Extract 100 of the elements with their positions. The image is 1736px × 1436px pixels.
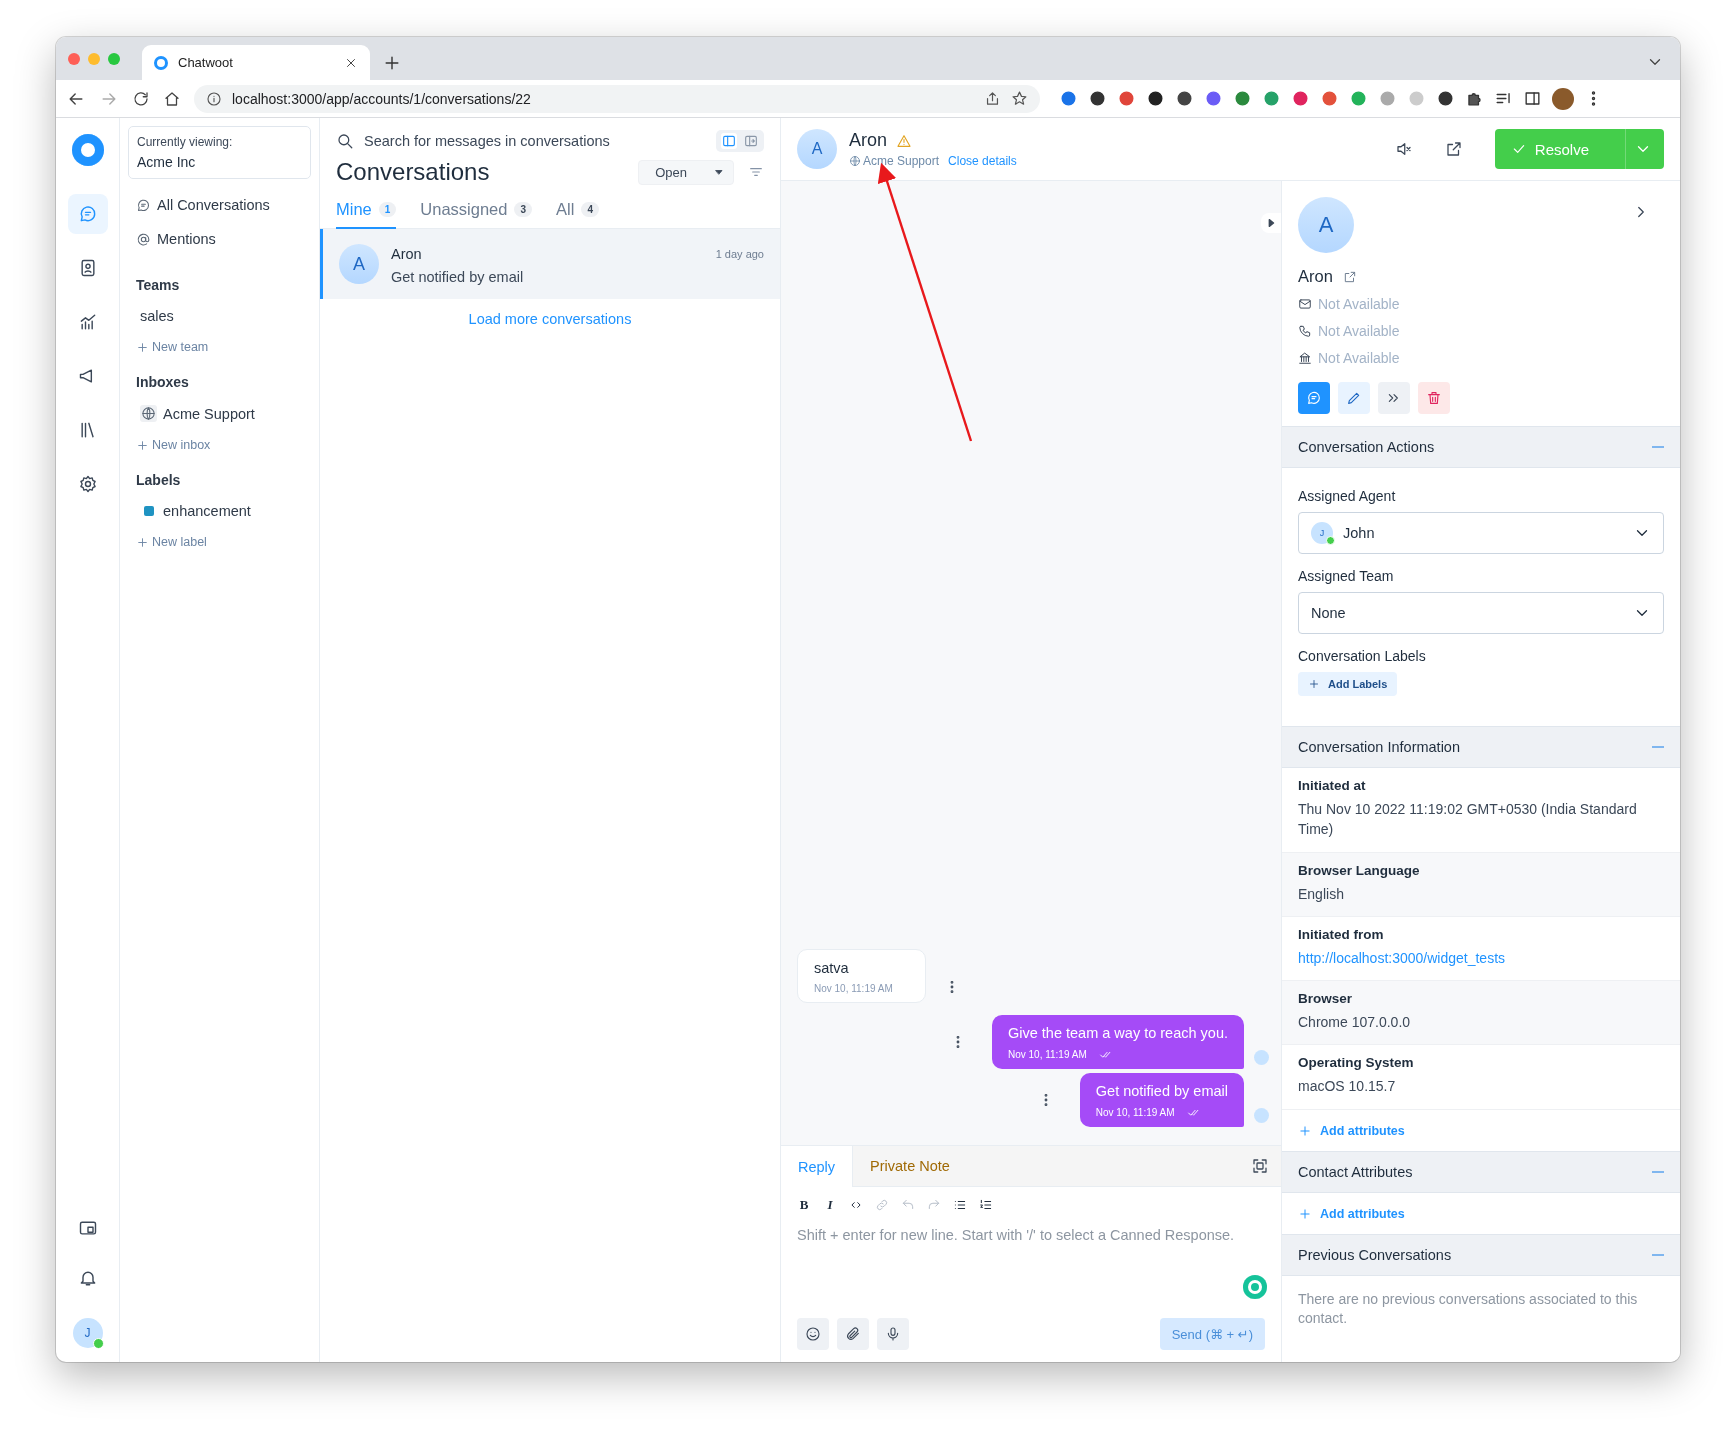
team-dropdown[interactable]: None: [1298, 592, 1664, 634]
contact-detail: Not Available: [1318, 296, 1400, 312]
address-bar[interactable]: localhost:3000/app/accounts/1/conversations/22: [194, 84, 1040, 113]
plus-icon: [136, 340, 149, 354]
pencil-icon: [1346, 390, 1362, 406]
agent-avatar: [1254, 1050, 1269, 1065]
extension-icon[interactable]: [1436, 89, 1455, 108]
bullet-list-icon[interactable]: [953, 1198, 967, 1212]
count-badge: 4: [581, 202, 599, 217]
new-message-button[interactable]: [1298, 382, 1330, 414]
globe-icon: [140, 405, 157, 422]
reload-icon[interactable]: [132, 89, 150, 108]
tab[interactable]: Unassigned 3: [420, 200, 533, 229]
attribute-label: Initiated from: [1298, 926, 1385, 942]
external-link-icon[interactable]: [1342, 269, 1357, 284]
agent-avatar: [1254, 1108, 1269, 1123]
tab[interactable]: All 4: [556, 200, 599, 229]
merge-button[interactable]: [1378, 382, 1410, 414]
extension-icon[interactable]: [1088, 89, 1107, 108]
conversations-nav-button[interactable]: [67, 194, 108, 234]
voice-button[interactable]: [877, 1318, 909, 1350]
search-field[interactable]: Search for messages in conversations: [364, 133, 706, 149]
add-labels-button[interactable]: Add Labels: [1298, 672, 1398, 696]
fullscreen-icon[interactable]: [1251, 1157, 1269, 1175]
add-link[interactable]: New team: [128, 338, 217, 356]
add-link[interactable]: New label: [128, 533, 215, 551]
section-header[interactable]: Contact Attributes: [1282, 1150, 1680, 1193]
trash-icon: [1426, 390, 1442, 406]
delete-button[interactable]: [1418, 382, 1450, 414]
section-title: Labels: [135, 472, 182, 488]
tab[interactable]: Private Note: [853, 1146, 967, 1186]
attach-button[interactable]: [837, 1318, 869, 1350]
add-link[interactable]: New inbox: [128, 436, 219, 454]
mute-icon[interactable]: [1394, 140, 1413, 158]
info-icon: [206, 90, 222, 107]
share-icon[interactable]: [984, 90, 1001, 107]
account-name: Acme Inc: [137, 154, 197, 170]
contact-avatar: A: [339, 244, 379, 284]
empty-message: There are no previous conversations associated to this contact.: [1297, 1289, 1639, 1329]
layout-toggle[interactable]: [716, 130, 764, 152]
timestamp: 1 day ago: [715, 248, 764, 260]
user-avatar[interactable]: J: [72, 1318, 103, 1348]
sidebar-item[interactable]: enhancement: [128, 499, 263, 523]
at-icon: [136, 231, 151, 247]
contact-avatar: A: [797, 129, 837, 169]
status-dropdown[interactable]: Open: [638, 159, 734, 185]
attribute-label: Operating System: [1298, 1055, 1415, 1071]
page-title: Conversations: [336, 158, 491, 186]
expand-panel-icon[interactable]: [1261, 213, 1281, 233]
microphone-icon: [885, 1326, 901, 1342]
edit-button[interactable]: [1338, 382, 1370, 414]
list-view-icon[interactable]: [721, 133, 737, 149]
extension-icon[interactable]: [1175, 89, 1194, 108]
section-header[interactable]: Previous Conversations: [1282, 1233, 1680, 1276]
attribute-label: Browser Language: [1298, 862, 1421, 878]
window-icon[interactable]: [77, 1218, 98, 1238]
contact-detail: Not Available: [1318, 323, 1400, 339]
paperclip-icon: [845, 1326, 861, 1342]
inbox-name: Acme Support: [849, 154, 940, 168]
sidebar-item[interactable]: Acme Support: [128, 401, 267, 426]
contact-detail: Not Available: [1318, 350, 1400, 366]
contact-name: Aron: [1298, 267, 1333, 286]
browser-tab[interactable]: Chatwoot: [142, 45, 370, 80]
section-header[interactable]: Conversation Actions: [1282, 426, 1680, 468]
italic-button[interactable]: I: [823, 1197, 837, 1213]
sidebar-item[interactable]: All Conversations: [128, 191, 278, 219]
star-icon[interactable]: [1011, 90, 1028, 107]
plus-icon: [1298, 1123, 1312, 1138]
emoji-button[interactable]: [797, 1318, 829, 1350]
plus-icon: [136, 535, 149, 549]
agent-avatar: J: [1311, 522, 1333, 544]
ordered-list-icon[interactable]: [979, 1198, 993, 1212]
sidebar-item[interactable]: Mentions: [128, 225, 224, 253]
settings-icon: [77, 474, 98, 494]
agent-dropdown[interactable]: J John: [1298, 512, 1664, 554]
logo-icon[interactable]: [71, 134, 104, 166]
chat-icon: [136, 197, 151, 213]
expanded-view-icon[interactable]: [743, 133, 759, 149]
field-label: Conversation Labels: [1298, 648, 1427, 664]
search-icon: [336, 132, 354, 150]
section-header[interactable]: Conversation Information: [1282, 726, 1680, 768]
message-bubble: Give the team a way to reach you. Nov 10, 11:19 AM: [991, 1015, 1244, 1069]
plus-icon: [1298, 1206, 1312, 1221]
account-switcher[interactable]: Currently viewing: Acme Inc: [128, 126, 311, 179]
sidebar-item[interactable]: sales: [128, 304, 186, 328]
phone-icon: [1298, 324, 1312, 338]
email-icon: [1298, 297, 1312, 311]
share-icon[interactable]: [1444, 140, 1463, 158]
extension-icon[interactable]: [1146, 89, 1165, 108]
conversation-item[interactable]: A Aron Get notified by email 1 day ago: [320, 229, 780, 299]
attribute-label: Browser: [1298, 991, 1354, 1007]
chat-logo-icon: [154, 55, 168, 70]
bold-button[interactable]: B: [797, 1197, 811, 1213]
attribute-label: Initiated at: [1298, 778, 1367, 793]
chat-icon: [1306, 390, 1322, 406]
plus-icon: [136, 438, 149, 452]
profile-avatar-icon[interactable]: [1552, 87, 1574, 110]
sidebar-icon[interactable]: [1523, 89, 1542, 108]
globe-icon: [849, 155, 861, 167]
message-bubble: Get notified by email Nov 10, 11:19 AM: [1079, 1073, 1244, 1127]
